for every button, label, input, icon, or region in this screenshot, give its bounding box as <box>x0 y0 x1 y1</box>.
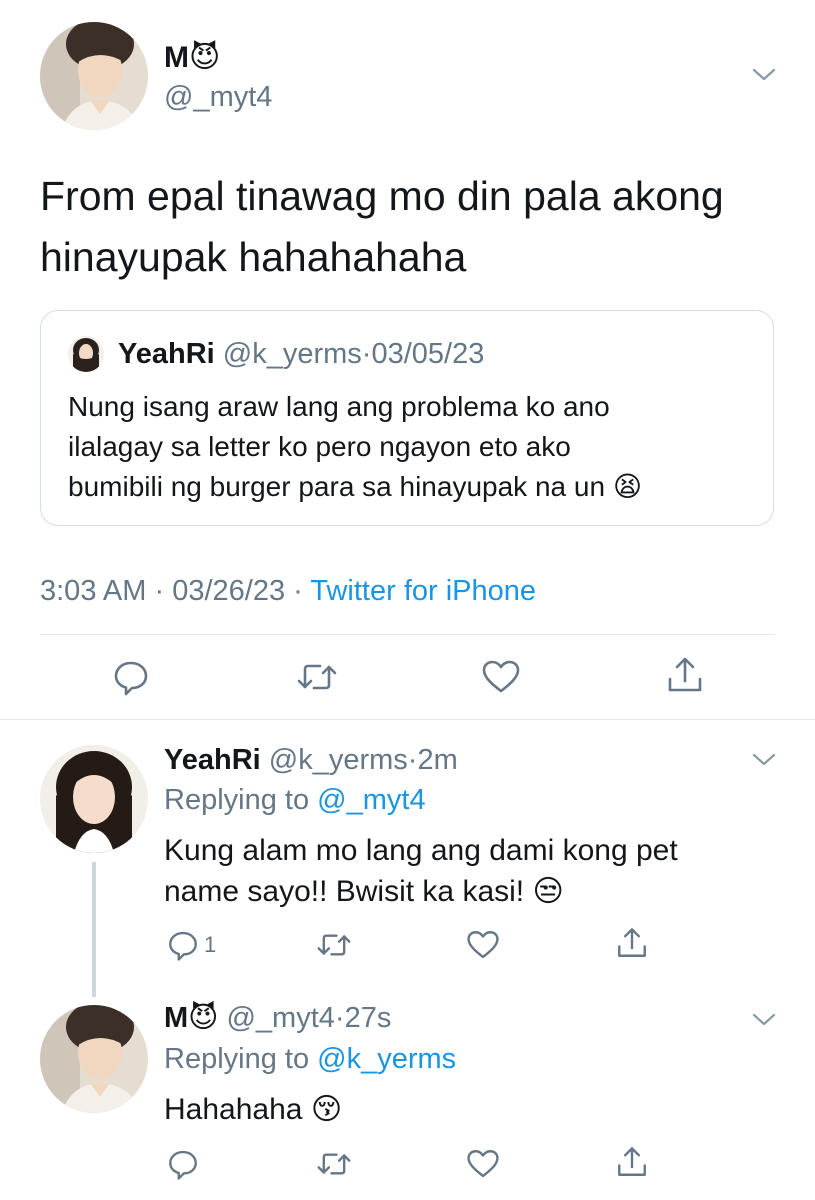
reply-icon <box>114 661 148 696</box>
quoted-text-line-2: ilalagay sa letter ko pero ngayon eto ak… <box>68 431 571 462</box>
quoted-handle[interactable]: @k_yerms <box>223 338 362 370</box>
replying-to-label: Replying to <box>164 1043 310 1075</box>
like-icon <box>467 1150 499 1178</box>
author-avatar[interactable] <box>40 22 148 130</box>
reply-1-share-button[interactable] <box>615 926 649 960</box>
reply-2-separator: · <box>334 1002 345 1034</box>
reply-1-avatar[interactable] <box>40 745 148 853</box>
thread-divider <box>0 719 815 720</box>
quoted-text-line-3-text: bumibili ng burger para sa hinayupak na … <box>68 471 606 502</box>
reply-1-text-line-1: Kung alam mo lang ang dami kong pet <box>164 834 678 867</box>
retweet-button[interactable] <box>296 657 338 697</box>
reply-2-display-name[interactable]: M😈 <box>164 1002 218 1034</box>
reply-count: 1 <box>204 932 217 957</box>
unamused-emoji: 😒 <box>532 875 564 908</box>
reply-1-display-name[interactable]: YeahRi <box>164 744 261 776</box>
share-button[interactable] <box>665 655 705 695</box>
kissing-emoji: 😚 <box>310 1093 343 1126</box>
reply-1-reply-button[interactable]: 1 <box>166 928 216 962</box>
thread-connector-line <box>92 862 96 997</box>
reply-2-header: M😈 @_myt4·27s <box>164 1000 391 1036</box>
quoted-header: YeahRi @k_yerms·03/05/23 <box>118 336 484 372</box>
quoted-text-line-1: Nung isang araw lang ang problema ko ano <box>68 391 610 422</box>
devil-emoji: 😈 <box>189 41 221 74</box>
like-icon <box>482 660 520 693</box>
retweet-icon <box>297 664 337 690</box>
tweet-time: 3:03 AM <box>40 575 147 607</box>
chevron-down-icon[interactable] <box>752 1013 776 1027</box>
reply-2-like-button[interactable] <box>466 1147 500 1181</box>
tweet-source-link[interactable]: Twitter for iPhone <box>310 575 536 607</box>
tweet-meta: 3:03 AM · 03/26/23 · Twitter for iPhone <box>40 573 536 609</box>
tweet-thread: M😈 @_myt4 From epal tinawag mo din pala … <box>0 0 815 1200</box>
reply-1-header: YeahRi @k_yerms·2m <box>164 742 458 778</box>
meta-divider <box>40 634 775 635</box>
reply-2-share-button[interactable] <box>615 1145 649 1179</box>
reply-1-text-line-2-text: name sayo!! Bwisit ka kasi! <box>164 875 525 908</box>
reply-1-like-button[interactable] <box>466 928 500 962</box>
devil-emoji: 😈 <box>188 1002 219 1034</box>
author-name[interactable]: M😈 <box>164 40 220 76</box>
meta-separator-1: · <box>154 575 165 607</box>
quoted-text-line-3: bumibili ng burger para sa hinayupak na … <box>68 470 642 504</box>
reply-icon <box>169 931 197 961</box>
replying-to-label: Replying to <box>164 784 310 816</box>
share-icon <box>618 928 646 957</box>
quoted-author-avatar[interactable] <box>68 336 104 372</box>
meta-separator-2: · <box>293 575 303 607</box>
share-icon <box>668 657 702 692</box>
reply-2-reply-button[interactable] <box>166 1147 200 1181</box>
quoted-display-name[interactable]: YeahRi <box>118 338 215 370</box>
tired-face-emoji: 😫 <box>612 471 643 502</box>
author-display-name: M <box>164 41 189 74</box>
reply-1-text-line-2: name sayo!! Bwisit ka kasi! 😒 <box>164 874 564 910</box>
reply-1-age: 2m <box>417 744 458 776</box>
replying-to-mention[interactable]: @k_yerms <box>317 1043 456 1075</box>
tweet-date: 03/26/23 <box>172 575 286 607</box>
reply-2-avatar[interactable] <box>40 1005 148 1113</box>
retweet-icon <box>317 934 351 956</box>
reply-1-replying-to: Replying to @_myt4 <box>164 782 426 818</box>
reply-button[interactable] <box>111 657 151 697</box>
chevron-down-icon[interactable] <box>752 753 776 767</box>
reply-2-replying-to: Replying to @k_yerms <box>164 1041 456 1077</box>
reply-icon <box>169 1150 197 1180</box>
replying-to-mention[interactable]: @_myt4 <box>317 784 425 816</box>
reply-1-retweet-button[interactable] <box>316 928 352 962</box>
reply-2-age: 27s <box>344 1002 392 1034</box>
retweet-icon <box>317 1153 351 1175</box>
share-icon <box>618 1147 646 1176</box>
like-icon <box>467 931 499 959</box>
reply-2-retweet-button[interactable] <box>316 1147 352 1181</box>
tweet-text-line-1: From epal tinawag mo din pala akong <box>40 173 724 219</box>
author-handle[interactable]: @_myt4 <box>164 80 272 114</box>
reply-2-display-name-text: M <box>164 1002 189 1034</box>
reply-2-handle[interactable]: @_myt4 <box>226 1002 334 1034</box>
tweet-text-line-2: hinayupak hahahahaha <box>40 234 467 280</box>
chevron-down-icon[interactable] <box>752 68 776 82</box>
reply-1-handle[interactable]: @k_yerms <box>269 744 408 776</box>
reply-2-text: Hahahaha <box>164 1093 303 1126</box>
quoted-date: 03/05/23 <box>371 338 485 370</box>
like-button[interactable] <box>481 657 521 697</box>
reply-2-text-line-1: Hahahaha 😚 <box>164 1092 342 1128</box>
